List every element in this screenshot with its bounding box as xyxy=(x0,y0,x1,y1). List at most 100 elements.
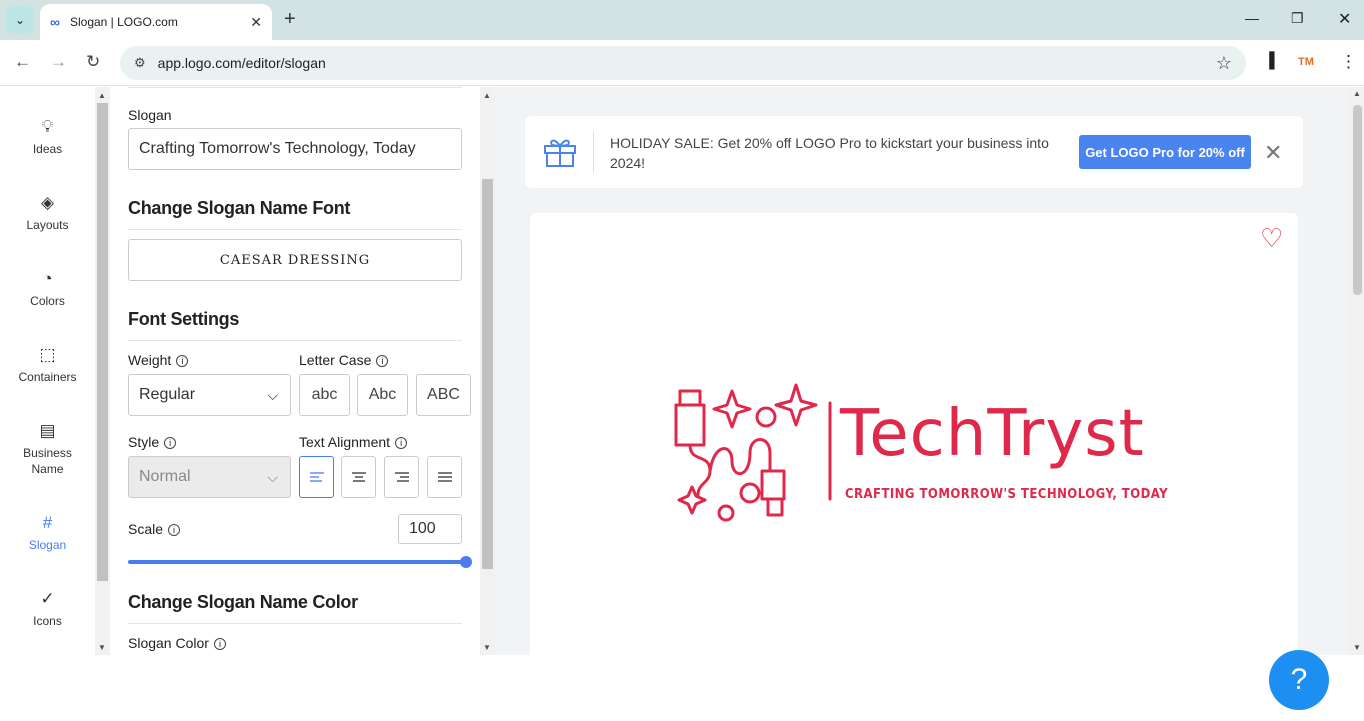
scrollbar-thumb[interactable] xyxy=(1353,105,1362,295)
slogan-input[interactable]: Crafting Tomorrow's Technology, Today xyxy=(128,128,462,170)
sidebar-scrollbar[interactable]: ▲ ▼ xyxy=(95,87,110,655)
browser-menu-icon[interactable]: ⋮ xyxy=(1340,52,1357,72)
align-justify-button[interactable] xyxy=(427,456,462,498)
scale-slider[interactable] xyxy=(128,556,472,568)
scale-input[interactable]: 100 xyxy=(398,514,462,544)
scroll-up-icon[interactable]: ▲ xyxy=(98,91,106,100)
style-label-text: Style xyxy=(128,434,160,450)
layers-icon: ◈ xyxy=(40,193,55,212)
sidebar-item-label: Business Name xyxy=(23,446,72,476)
tab-search-button[interactable]: ⌄ xyxy=(6,6,34,34)
info-icon[interactable]: i xyxy=(168,524,181,537)
banner-message: HOLIDAY SALE: Get 20% off LOGO Pro to ki… xyxy=(610,135,1049,171)
text-alignment-label-text: Text Alignment xyxy=(299,434,391,450)
slogan-label: Slogan xyxy=(128,107,172,123)
sidebar-item-icons[interactable]: ✓ Icons xyxy=(0,589,95,629)
help-button[interactable]: ? xyxy=(1269,650,1329,710)
lowercase-button[interactable]: abc xyxy=(299,374,350,416)
browser-tab[interactable]: ∞ Slogan | LOGO.com ✕ xyxy=(40,4,272,40)
scale-slider-handle[interactable] xyxy=(460,556,472,568)
text-alignment-label: Text Alignment i xyxy=(299,434,408,450)
forward-icon[interactable]: → xyxy=(50,52,67,72)
window-close-icon[interactable]: ✕ xyxy=(1338,9,1351,29)
id-card-icon: ▤ xyxy=(39,421,56,440)
holiday-sale-banner: HOLIDAY SALE: Get 20% off LOGO Pro to ki… xyxy=(525,116,1303,188)
gift-icon xyxy=(544,139,576,167)
sidebar-item-slogan[interactable]: # Slogan xyxy=(0,513,95,553)
sidebar-item-business-name[interactable]: ▤ Business Name xyxy=(0,421,95,477)
scroll-up-icon[interactable]: ▲ xyxy=(483,91,491,100)
logo-favicon-icon: ∞ xyxy=(50,14,60,30)
sidebar-item-label: Layouts xyxy=(26,218,69,232)
sidebar-item-ideas[interactable]: 💡︎ Ideas xyxy=(0,117,95,157)
restore-icon[interactable]: ❐ xyxy=(1291,10,1304,27)
editor-sidebar: 💡︎ Ideas ◈ Layouts ◔ Colors ⬚ Containers… xyxy=(0,87,95,655)
info-icon[interactable]: i xyxy=(376,355,389,368)
tab-title: Slogan | LOGO.com xyxy=(69,15,178,29)
sidebar-item-containers[interactable]: ⬚ Containers xyxy=(0,346,95,385)
sidebar-item-layouts[interactable]: ◈ Layouts xyxy=(0,193,95,233)
font-settings-heading: Font Settings xyxy=(128,309,462,341)
panel-scrollbar[interactable]: ▲ ▼ xyxy=(480,87,495,655)
scrollbar-thumb[interactable] xyxy=(97,103,108,581)
back-icon[interactable]: ← xyxy=(14,52,31,72)
address-bar-row: ← → ↻ ⚙ app.logo.com/editor/slogan ☆ ▐ T… xyxy=(0,40,1364,86)
uppercase-button[interactable]: ABC xyxy=(416,374,471,416)
font-section-heading: Change Slogan Name Font xyxy=(128,198,462,230)
scroll-up-icon[interactable]: ▲ xyxy=(1353,89,1361,98)
sidebar-item-label: Ideas xyxy=(32,142,63,156)
bookmark-star-icon[interactable]: ☆ xyxy=(1216,53,1232,74)
info-icon[interactable]: i xyxy=(395,437,408,450)
weight-label-text: Weight xyxy=(128,352,172,368)
sidebar-item-colors[interactable]: ◔ Colors xyxy=(0,269,95,309)
tab-close-icon[interactable]: ✕ xyxy=(250,14,262,31)
info-icon[interactable]: i xyxy=(164,437,177,450)
lightbulb-icon: 💡︎ xyxy=(41,117,54,136)
scroll-down-icon[interactable]: ▼ xyxy=(98,643,106,652)
sidebar-item-label: Slogan xyxy=(28,538,67,552)
style-select[interactable]: Normal ⌵ xyxy=(128,456,291,498)
capitalize-button[interactable]: Abc xyxy=(357,374,408,416)
check-circle-icon: ✓ xyxy=(40,589,55,608)
align-center-button[interactable] xyxy=(341,456,376,498)
sidebar-item-label: Icons xyxy=(33,614,62,628)
align-left-button[interactable] xyxy=(299,456,334,498)
scroll-down-icon[interactable]: ▼ xyxy=(483,643,491,652)
palette-icon: ◔ xyxy=(42,269,53,288)
align-right-icon xyxy=(394,472,409,482)
weight-label: Weight i xyxy=(128,352,189,368)
color-section-heading: Change Slogan Name Color xyxy=(128,592,462,624)
style-value: Normal xyxy=(139,468,191,485)
align-left-icon xyxy=(309,472,324,482)
slogan-settings-panel: Slogan Crafting Tomorrow's Technology, T… xyxy=(110,87,480,655)
chevron-down-icon: ⌵ xyxy=(267,386,278,403)
align-center-icon xyxy=(351,472,366,482)
heart-icon[interactable]: ♡ xyxy=(1260,223,1283,254)
close-banner-icon[interactable]: ✕ xyxy=(1264,140,1282,166)
minimize-icon[interactable]: — xyxy=(1245,10,1259,26)
sidebar-item-label: Containers xyxy=(18,370,77,384)
page-scrollbar[interactable]: ▲ ▼ xyxy=(1350,87,1364,655)
get-logo-pro-button[interactable]: Get LOGO Pro for 20% off xyxy=(1079,135,1251,169)
info-icon[interactable]: i xyxy=(213,638,226,651)
divider xyxy=(128,87,462,88)
weight-select[interactable]: Regular ⌵ xyxy=(128,374,291,416)
reload-icon[interactable]: ↻ xyxy=(86,52,100,72)
logo-preview-card[interactable]: ♡ TechTryst CRAFTING TOMORROW'S TECHNOLO… xyxy=(530,213,1298,655)
scrollbar-thumb[interactable] xyxy=(482,179,493,569)
font-picker-button[interactable]: CAESAR DRESSING xyxy=(128,239,462,281)
align-justify-icon xyxy=(437,472,452,482)
extension-tm-icon[interactable]: TM xyxy=(1298,56,1314,68)
slogan-color-label-text: Slogan Color xyxy=(128,635,209,651)
new-tab-button[interactable]: + xyxy=(284,8,296,31)
scroll-down-icon[interactable]: ▼ xyxy=(1353,643,1361,652)
align-right-button[interactable] xyxy=(384,456,419,498)
url-field[interactable]: ⚙ app.logo.com/editor/slogan ☆ xyxy=(120,46,1246,80)
info-icon[interactable]: i xyxy=(176,355,189,368)
letter-case-label-text: Letter Case xyxy=(299,352,372,368)
sidebar-item-label: Colors xyxy=(30,294,65,308)
site-info-icon[interactable]: ⚙ xyxy=(134,55,146,71)
side-panel-icon[interactable]: ▐ xyxy=(1264,52,1275,69)
url-text: app.logo.com/editor/slogan xyxy=(157,55,326,71)
hash-icon: # xyxy=(42,513,53,532)
